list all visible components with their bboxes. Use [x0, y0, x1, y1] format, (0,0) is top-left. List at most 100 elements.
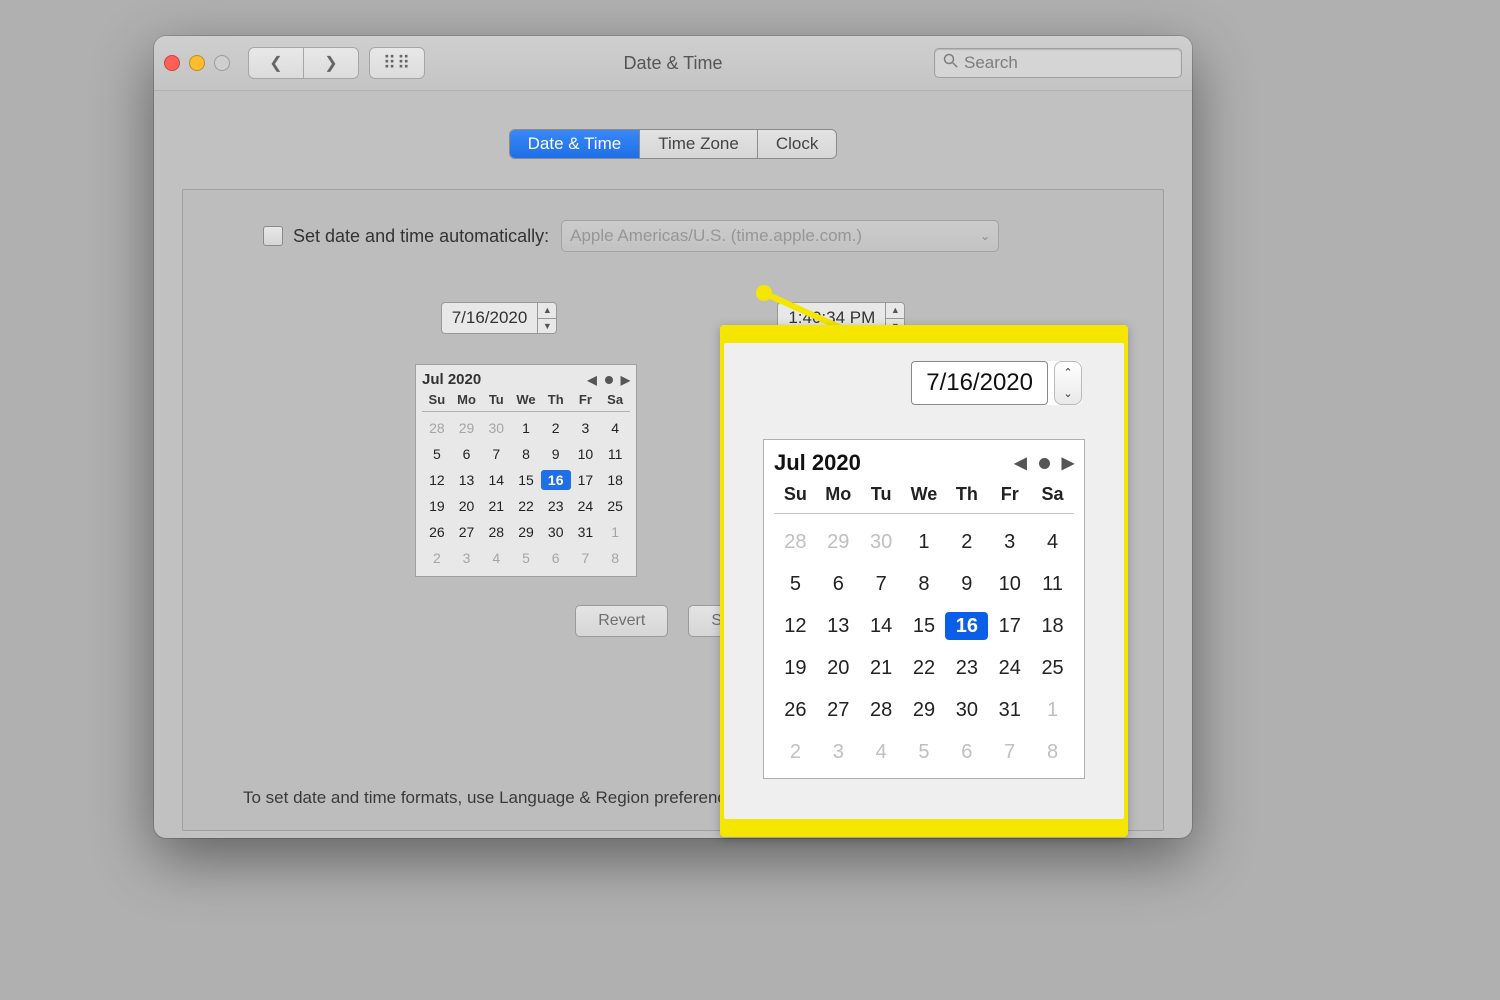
calendar-day[interactable]: 6 — [452, 444, 482, 464]
calendar-day[interactable]: 3 — [988, 528, 1031, 556]
cal-next-month-zoom[interactable]: ▶ — [1062, 453, 1074, 473]
calendar-day[interactable]: 3 — [817, 738, 860, 766]
calendar-day[interactable]: 18 — [1031, 612, 1074, 640]
calendar-day[interactable]: 18 — [600, 470, 630, 490]
calendar-day[interactable]: 6 — [945, 738, 988, 766]
calendar-day[interactable]: 15 — [903, 612, 946, 640]
calendar-day[interactable]: 28 — [860, 696, 903, 724]
calendar-day[interactable]: 10 — [988, 570, 1031, 598]
calendar-day[interactable]: 17 — [988, 612, 1031, 640]
date-stepper-arrows[interactable]: ▲▼ — [537, 303, 556, 333]
calendar-day[interactable]: 31 — [988, 696, 1031, 724]
calendar-day[interactable]: 29 — [817, 528, 860, 556]
date-stepper-arrows-zoom[interactable]: ⌃⌄ — [1054, 361, 1082, 405]
calendar-day[interactable]: 3 — [571, 418, 601, 438]
calendar-day[interactable]: 9 — [541, 444, 571, 464]
calendar-day[interactable]: 30 — [481, 418, 511, 438]
calendar-day[interactable]: 12 — [774, 612, 817, 640]
calendar-day[interactable]: 17 — [571, 470, 601, 490]
calendar-day[interactable]: 15 — [511, 470, 541, 490]
calendar-day[interactable]: 7 — [481, 444, 511, 464]
calendar-day[interactable]: 5 — [903, 738, 946, 766]
calendar-day[interactable]: 8 — [600, 548, 630, 568]
show-all-button[interactable]: ⠿⠿ — [369, 47, 425, 79]
calendar-day[interactable]: 19 — [774, 654, 817, 682]
calendar-day[interactable]: 16 — [945, 612, 988, 640]
calendar-day[interactable]: 23 — [945, 654, 988, 682]
calendar-day[interactable]: 8 — [1031, 738, 1074, 766]
calendar-day[interactable]: 1 — [600, 522, 630, 542]
calendar-day[interactable]: 24 — [988, 654, 1031, 682]
calendar-day[interactable]: 16 — [541, 470, 571, 490]
date-value[interactable]: 7/16/2020 — [442, 303, 538, 333]
calendar-day[interactable]: 9 — [945, 570, 988, 598]
calendar-day[interactable]: 29 — [511, 522, 541, 542]
cal-prev-month[interactable]: ◀ — [588, 373, 597, 387]
calendar-day[interactable]: 25 — [1031, 654, 1074, 682]
zoom-window-button[interactable] — [214, 55, 230, 71]
date-value-zoom[interactable]: 7/16/2020 — [911, 361, 1048, 405]
calendar-day[interactable]: 27 — [817, 696, 860, 724]
auto-set-checkbox[interactable] — [263, 226, 283, 246]
calendar-day[interactable]: 2 — [422, 548, 452, 568]
calendar-day[interactable]: 30 — [945, 696, 988, 724]
calendar-day[interactable]: 20 — [817, 654, 860, 682]
calendar-day[interactable]: 3 — [452, 548, 482, 568]
calendar-day[interactable]: 25 — [600, 496, 630, 516]
search-field[interactable]: Search — [934, 48, 1182, 78]
cal-today-button-zoom[interactable] — [1039, 458, 1050, 469]
calendar-day[interactable]: 28 — [481, 522, 511, 542]
calendar-day[interactable]: 26 — [422, 522, 452, 542]
calendar-day[interactable]: 6 — [541, 548, 571, 568]
tab-time-zone[interactable]: Time Zone — [639, 130, 757, 158]
calendar-day[interactable]: 8 — [511, 444, 541, 464]
calendar-day[interactable]: 20 — [452, 496, 482, 516]
close-window-button[interactable] — [164, 55, 180, 71]
forward-button[interactable]: ❯ — [304, 47, 359, 79]
calendar-day[interactable]: 13 — [452, 470, 482, 490]
calendar-day[interactable]: 29 — [452, 418, 482, 438]
time-server-dropdown[interactable]: Apple Americas/U.S. (time.apple.com.) ⌄ — [561, 220, 999, 252]
calendar-day[interactable]: 4 — [600, 418, 630, 438]
tab-clock[interactable]: Clock — [757, 130, 837, 158]
calendar-day[interactable]: 7 — [860, 570, 903, 598]
calendar-day[interactable]: 19 — [422, 496, 452, 516]
calendar-day[interactable]: 27 — [452, 522, 482, 542]
calendar-day[interactable]: 13 — [817, 612, 860, 640]
calendar-day[interactable]: 21 — [481, 496, 511, 516]
calendar-picker-zoom[interactable]: Jul 2020 ◀ ▶ SuMoTuWeThFrSa2829301234567… — [763, 439, 1085, 779]
calendar-picker[interactable]: Jul 2020 ◀ ▶ SuMoTuWeThFrSa2829301234567… — [415, 364, 637, 577]
minimize-window-button[interactable] — [189, 55, 205, 71]
calendar-day[interactable]: 5 — [511, 548, 541, 568]
calendar-day[interactable]: 22 — [903, 654, 946, 682]
cal-prev-month-zoom[interactable]: ◀ — [1014, 453, 1026, 473]
calendar-day[interactable]: 4 — [1031, 528, 1074, 556]
revert-button[interactable]: Revert — [575, 605, 668, 637]
calendar-day[interactable]: 30 — [541, 522, 571, 542]
calendar-day[interactable]: 14 — [860, 612, 903, 640]
calendar-day[interactable]: 22 — [511, 496, 541, 516]
calendar-day[interactable]: 5 — [774, 570, 817, 598]
calendar-day[interactable]: 28 — [774, 528, 817, 556]
calendar-day[interactable]: 1 — [511, 418, 541, 438]
calendar-day[interactable]: 29 — [903, 696, 946, 724]
calendar-day[interactable]: 26 — [774, 696, 817, 724]
calendar-day[interactable]: 1 — [1031, 696, 1074, 724]
calendar-day[interactable]: 23 — [541, 496, 571, 516]
cal-next-month[interactable]: ▶ — [621, 373, 630, 387]
calendar-day[interactable]: 11 — [600, 444, 630, 464]
calendar-day[interactable]: 1 — [903, 528, 946, 556]
calendar-day[interactable]: 10 — [571, 444, 601, 464]
date-stepper-zoom[interactable]: 7/16/2020 ⌃⌄ — [911, 361, 1082, 405]
calendar-day[interactable]: 5 — [422, 444, 452, 464]
calendar-day[interactable]: 2 — [945, 528, 988, 556]
tab-date-time[interactable]: Date & Time — [510, 130, 640, 158]
calendar-day[interactable]: 24 — [571, 496, 601, 516]
calendar-day[interactable]: 2 — [541, 418, 571, 438]
calendar-day[interactable]: 7 — [571, 548, 601, 568]
date-stepper[interactable]: 7/16/2020 ▲▼ — [441, 302, 558, 334]
calendar-day[interactable]: 30 — [860, 528, 903, 556]
calendar-day[interactable]: 12 — [422, 470, 452, 490]
cal-today-button[interactable] — [605, 376, 613, 384]
back-button[interactable]: ❮ — [248, 47, 304, 79]
